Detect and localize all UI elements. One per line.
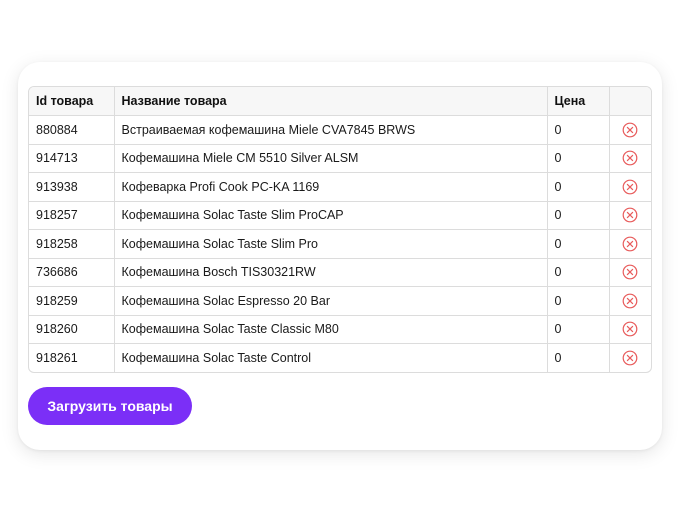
- table-row: 918260 Кофемашина Solac Taste Classic M80…: [29, 315, 651, 344]
- products-card: Id товара Название товара Цена 880884 Вст…: [18, 62, 662, 450]
- cell-product-name: Кофемашина Solac Taste Control: [114, 343, 548, 372]
- circle-x-icon[interactable]: [622, 321, 638, 337]
- cell-delete: [609, 229, 651, 259]
- circle-x-icon[interactable]: [622, 350, 638, 366]
- cell-product-name: Кофеварка Profi Cook PC-KA 1169: [114, 172, 548, 202]
- cell-delete: [609, 315, 651, 344]
- circle-x-icon[interactable]: [622, 293, 638, 309]
- circle-x-icon[interactable]: [622, 122, 638, 138]
- cell-product-id: 918261: [29, 343, 115, 372]
- table-row: 918261 Кофемашина Solac Taste Control 0: [29, 343, 651, 372]
- cell-price: 0: [547, 286, 610, 316]
- products-table-container: Id товара Название товара Цена 880884 Вст…: [28, 86, 652, 373]
- cell-product-id: 880884: [29, 115, 115, 145]
- cell-product-name: Кофемашина Solac Espresso 20 Bar: [114, 286, 548, 316]
- cell-product-name: Встраиваемая кофемашина Miele CVA7845 BR…: [114, 115, 548, 145]
- cell-product-id: 918257: [29, 201, 115, 230]
- cell-delete: [609, 201, 651, 230]
- cell-price: 0: [547, 229, 610, 259]
- cell-delete: [609, 172, 651, 202]
- load-products-button[interactable]: Загрузить товары: [28, 387, 192, 425]
- cell-product-id: 918260: [29, 315, 115, 344]
- column-header-actions: [609, 87, 651, 116]
- cell-product-name: Кофемашина Solac Taste Slim Pro: [114, 229, 548, 259]
- cell-product-id: 913938: [29, 172, 115, 202]
- cell-price: 0: [547, 115, 610, 145]
- cell-product-id: 914713: [29, 144, 115, 173]
- cell-price: 0: [547, 201, 610, 230]
- products-table: Id товара Название товара Цена 880884 Вст…: [29, 87, 651, 372]
- cell-delete: [609, 258, 651, 287]
- table-row: 736686 Кофемашина Bosch TIS30321RW 0: [29, 258, 651, 287]
- cell-delete: [609, 115, 651, 145]
- cell-delete: [609, 344, 651, 372]
- table-body: 880884 Встраиваемая кофемашина Miele CVA7…: [29, 115, 651, 372]
- table-row: 918257 Кофемашина Solac Taste Slim ProCAP…: [29, 201, 651, 230]
- table-header: Id товара Название товара Цена: [29, 87, 651, 116]
- table-row: 918258 Кофемашина Solac Taste Slim Pro 0: [29, 229, 651, 259]
- table-header-row: Id товара Название товара Цена: [29, 87, 651, 116]
- circle-x-icon[interactable]: [622, 236, 638, 252]
- cell-delete: [609, 286, 651, 316]
- column-header-price: Цена: [547, 87, 610, 116]
- cell-delete: [609, 144, 651, 173]
- cell-price: 0: [547, 343, 610, 372]
- cell-product-name: Кофемашина Solac Taste Slim ProCAP: [114, 201, 548, 230]
- cell-price: 0: [547, 315, 610, 344]
- cell-product-name: Кофемашина Bosch TIS30321RW: [114, 258, 548, 287]
- cell-product-id: 918258: [29, 229, 115, 259]
- cell-product-id: 918259: [29, 286, 115, 316]
- cell-product-name: Кофемашина Solac Taste Classic M80: [114, 315, 548, 344]
- table-row: 914713 Кофемашина Miele CM 5510 Silver AL…: [29, 144, 651, 173]
- circle-x-icon[interactable]: [622, 264, 638, 280]
- cell-product-id: 736686: [29, 258, 115, 287]
- cell-price: 0: [547, 144, 610, 173]
- cell-product-name: Кофемашина Miele CM 5510 Silver ALSM: [114, 144, 548, 173]
- table-row: 880884 Встраиваемая кофемашина Miele CVA7…: [29, 115, 651, 145]
- table-row: 918259 Кофемашина Solac Espresso 20 Bar 0: [29, 286, 651, 316]
- column-header-name: Название товара: [114, 87, 548, 116]
- circle-x-icon[interactable]: [622, 150, 638, 166]
- table-row: 913938 Кофеварка Profi Cook PC-KA 1169 0: [29, 172, 651, 202]
- circle-x-icon[interactable]: [622, 207, 638, 223]
- cell-price: 0: [547, 258, 610, 287]
- circle-x-icon[interactable]: [622, 179, 638, 195]
- cell-price: 0: [547, 172, 610, 202]
- column-header-id: Id товара: [29, 87, 115, 116]
